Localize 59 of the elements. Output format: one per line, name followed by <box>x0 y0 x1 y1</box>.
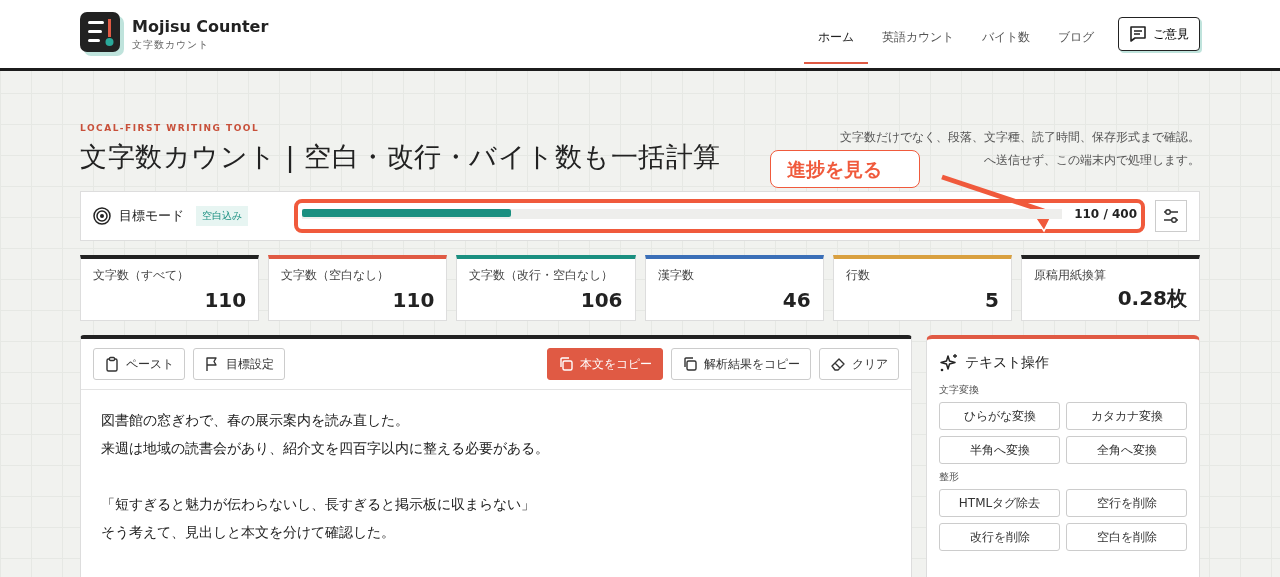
tool-button[interactable]: 改行を削除 <box>939 523 1060 551</box>
tool-button[interactable]: 空行を削除 <box>1066 489 1187 517</box>
tool-button[interactable]: 全角へ変換 <box>1066 436 1187 464</box>
copy-icon <box>558 356 574 372</box>
text-line: 来週は地域の読書会があり、紹介文を四百字以内に整える必要がある。 <box>101 439 550 458</box>
eyebrow-label: LOCAL-FIRST WRITING TOOL <box>80 123 261 133</box>
flag-icon <box>204 356 220 372</box>
stat-value: 106 <box>579 288 623 312</box>
stat-label: 原稿用紙換算 <box>1033 267 1107 284</box>
settings-button[interactable] <box>1155 200 1187 232</box>
sliders-icon <box>1162 207 1180 225</box>
stat-value: 110 <box>391 288 435 312</box>
tool-button[interactable]: HTMLタグ除去 <box>939 489 1060 517</box>
brand-name: Mojisu Counter <box>132 16 269 36</box>
text-line: 「短すぎると魅力が伝わらないし、長すぎると掲示板に収まらない」 <box>101 495 536 514</box>
toolbar-button[interactable]: 目標設定 <box>193 348 285 380</box>
stat-label: 漢字数 <box>657 267 695 284</box>
nav-link[interactable]: 英語カウント <box>868 12 968 64</box>
eraser-icon <box>830 356 846 372</box>
stat-label: 文字数（空白なし） <box>281 267 391 284</box>
panel-title: テキスト操作 <box>965 354 1049 372</box>
toolbar-button[interactable]: ペースト <box>93 348 185 380</box>
tool-button[interactable]: カタカナ変換 <box>1066 402 1187 430</box>
copy-icon <box>682 356 698 372</box>
group-heading: 文字変換 <box>939 383 980 397</box>
comment-icon <box>1129 25 1147 43</box>
stat-value: 46 <box>781 288 811 312</box>
text-line: 図書館の窓ぎわで、春の展示案内を読み直した。 <box>101 411 410 430</box>
clipboard-icon <box>104 356 120 372</box>
tool-button[interactable]: 半角へ変換 <box>939 436 1060 464</box>
toolbar-button[interactable]: 本文をコピー <box>547 348 663 380</box>
callout-label: 進捗を見る <box>770 150 920 188</box>
text-line: そう考えて、見出しと本文を分けて確認した。 <box>101 523 396 542</box>
page-title: 文字数カウント | 空白・改行・バイト数も一括計算 <box>80 140 721 175</box>
stat-value: 5 <box>983 288 999 312</box>
tool-button[interactable]: 空白を削除 <box>1066 523 1187 551</box>
toolbar-button[interactable]: クリア <box>819 348 899 380</box>
description-text: へ送信せず、この端末内で処理します。 <box>984 152 1200 169</box>
stat-label: 文字数（すべて） <box>93 267 190 284</box>
feedback-button[interactable]: ご意見 <box>1118 17 1200 51</box>
text-area[interactable]: 図書館の窓ぎわで、春の展示案内を読み直した。 来週は地域の読書会があり、紹介文を四百字以内に整える必要がある。 「短すぎると魅力が伝わらないし、長すぎると掲示板に収まらない」 そう考えて、見出しと本文を分けて確認した。 <box>81 390 911 577</box>
tool-button[interactable]: ひらがな変換 <box>939 402 1060 430</box>
toolbar-button[interactable]: 解析結果をコピー <box>671 348 811 380</box>
description-text: 文字数だけでなく、段落、文字種、読了時間、保存形式まで確認。 <box>840 129 1200 146</box>
nav-link[interactable]: ブログ <box>1044 12 1108 64</box>
sparkle-icon <box>939 353 959 373</box>
target-icon <box>93 207 111 225</box>
stat-value: 110 <box>203 288 247 312</box>
stat-value: 0.28枚 <box>1116 285 1187 312</box>
mode-tag: 空白込み <box>196 206 248 226</box>
nav-link[interactable]: バイト数 <box>968 12 1044 64</box>
goal-label: 目標モード <box>119 207 184 225</box>
brand-tagline: 文字数カウント <box>132 37 210 52</box>
stat-label: 文字数（改行・空白なし） <box>469 267 615 284</box>
progress-reading: 110 / 400 <box>1074 207 1137 221</box>
stat-label: 行数 <box>845 267 871 284</box>
logo-icon <box>80 12 124 56</box>
group-heading: 整形 <box>939 470 960 484</box>
nav-link[interactable]: ホーム <box>804 12 868 64</box>
